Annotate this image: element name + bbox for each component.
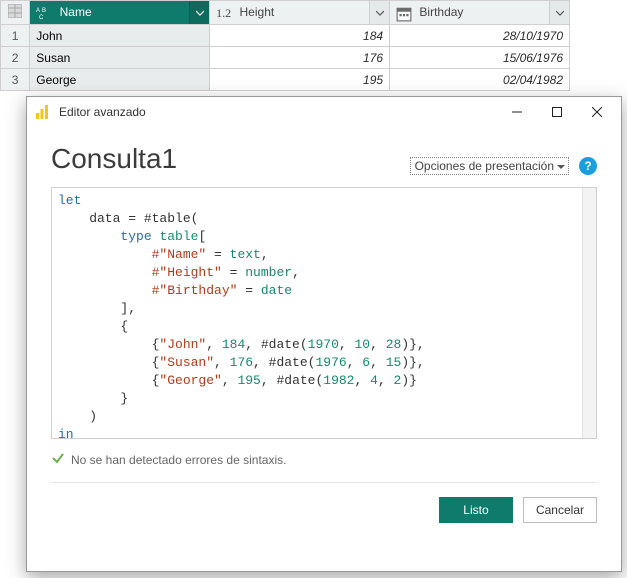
cell-birthday[interactable]: 02/04/1982 [390,69,570,91]
cell-birthday[interactable]: 15/06/1976 [390,47,570,69]
display-options-label: Opciones de presentación [415,159,554,173]
row-index: 2 [1,47,30,69]
cell-birthday[interactable]: 28/10/1970 [390,25,570,47]
check-icon [51,451,65,468]
maximize-icon [552,107,562,117]
help-button[interactable]: ? [579,157,597,175]
number-type-icon: 1.2 [216,6,232,20]
cell-name[interactable]: Susan [30,47,210,69]
advanced-editor-dialog: Editor avanzado Consulta1 Opciones de pr… [26,96,622,572]
code-editor[interactable]: let data = #table( type table[ #"Name" =… [51,187,597,439]
cancel-button[interactable]: Cancelar [523,497,597,523]
column-header-birthday[interactable]: Birthday [390,1,570,25]
row-index: 1 [1,25,30,47]
table-corner[interactable] [1,1,30,25]
dialog-title: Editor avanzado [59,105,497,119]
display-options-dropdown[interactable]: Opciones de presentación [410,157,569,175]
column-filter-dropdown[interactable] [369,1,389,24]
svg-text:B: B [42,8,46,14]
text-type-icon: ABC [36,6,52,20]
column-header-height[interactable]: 1.2 Height [210,1,390,25]
ok-button[interactable]: Listo [439,497,513,523]
row-index: 3 [1,69,30,91]
column-header-label: Birthday [419,5,463,19]
column-filter-dropdown[interactable] [549,1,569,24]
column-filter-dropdown[interactable] [189,1,209,24]
table-row[interactable]: 1 John 184 28/10/1970 [1,25,570,47]
scrollbar[interactable] [582,188,596,438]
close-icon [592,107,602,117]
query-name-heading: Consulta1 [51,143,410,175]
cell-height[interactable]: 176 [210,47,390,69]
syntax-status: No se han detectado errores de sintaxis. [51,451,597,483]
cell-name[interactable]: George [30,69,210,91]
cell-name[interactable]: John [30,25,210,47]
chevron-down-icon [556,9,564,17]
chevron-down-icon [196,9,204,17]
minimize-icon [512,107,522,117]
data-grid: ABC Name 1.2 Height Birthday [0,0,570,91]
column-header-label: Height [240,5,275,19]
help-icon: ? [584,159,591,173]
status-text: No se han detectado errores de sintaxis. [71,453,286,467]
table-row[interactable]: 3 George 195 02/04/1982 [1,69,570,91]
powerbi-icon [35,104,51,120]
table-icon [8,4,22,18]
column-header-name[interactable]: ABC Name [30,1,210,25]
maximize-button[interactable] [537,98,577,126]
dialog-titlebar: Editor avanzado [27,97,621,127]
minimize-button[interactable] [497,98,537,126]
table-row[interactable]: 2 Susan 176 15/06/1976 [1,47,570,69]
cell-height[interactable]: 195 [210,69,390,91]
chevron-down-icon [376,9,384,17]
svg-text:A: A [36,8,40,14]
date-type-icon [396,6,412,20]
cell-height[interactable]: 184 [210,25,390,47]
column-header-label: Name [60,5,92,19]
close-button[interactable] [577,98,617,126]
svg-text:C: C [39,15,44,20]
